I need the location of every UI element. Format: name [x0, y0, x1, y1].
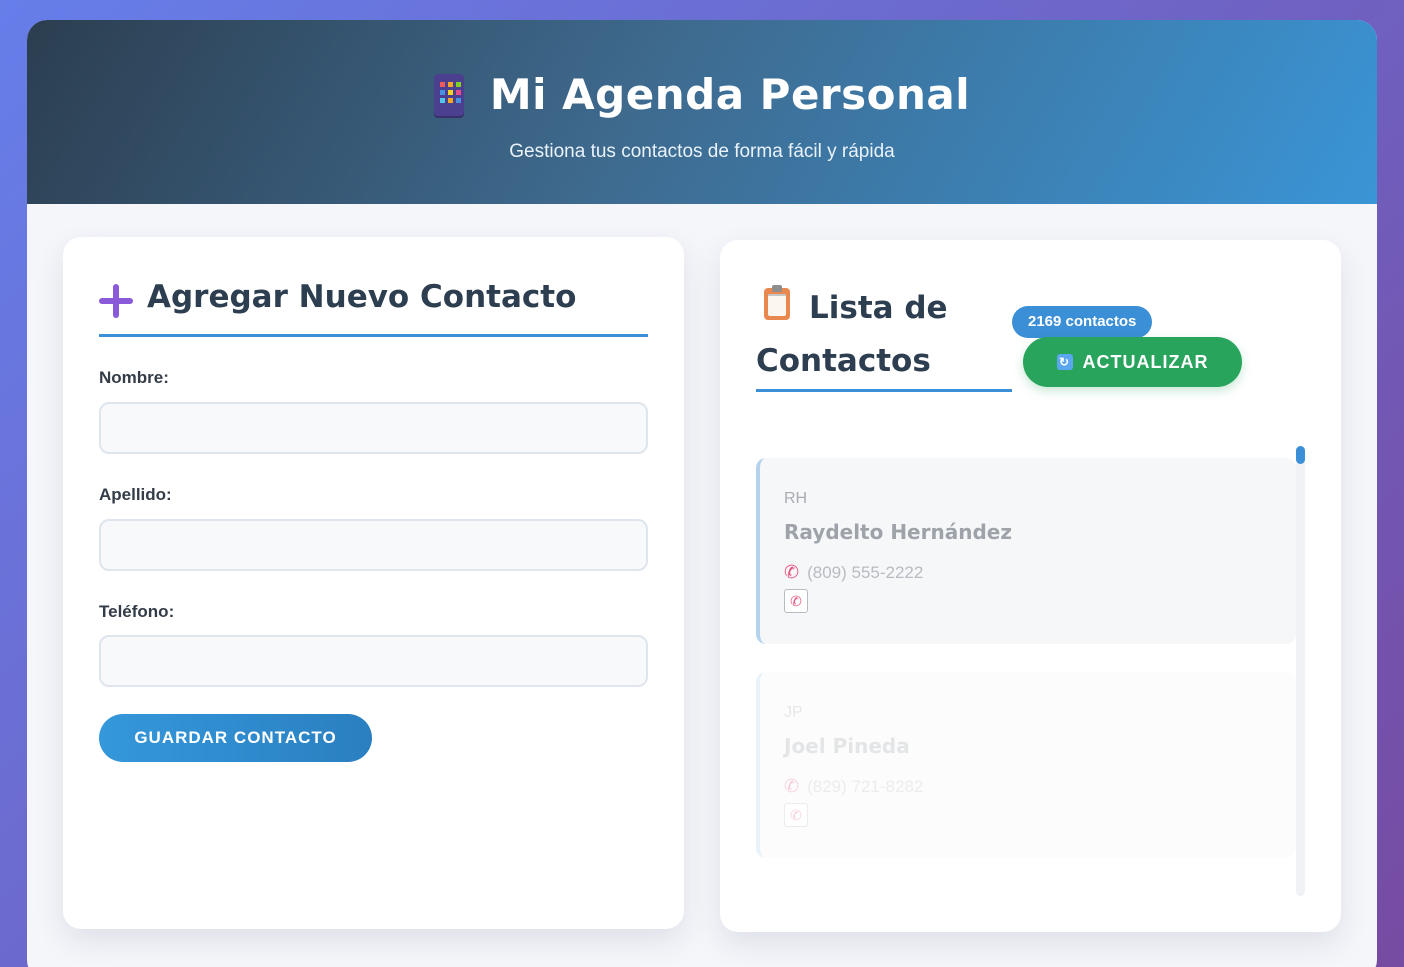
- add-contact-title: Agregar Nuevo Contacto: [147, 279, 577, 315]
- plus-icon: [99, 284, 133, 318]
- refresh-label: ACTUALIZAR: [1082, 351, 1209, 372]
- refresh-icon: ↻: [1056, 354, 1073, 370]
- contact-phone-row: ✆ (809) 555-2222: [784, 562, 923, 583]
- add-contact-panel: Agregar Nuevo Contacto Nombre: Apellido:…: [63, 237, 684, 929]
- contact-list-title: Lista de Contactos: [756, 290, 948, 379]
- header: Mi Agenda Personal Gestiona tus contacto…: [27, 20, 1377, 204]
- contact-name: Raydelto Hernández: [784, 520, 1012, 544]
- contact-phone: (829) 721-8282: [807, 776, 924, 796]
- page-title: Mi Agenda Personal: [489, 70, 971, 119]
- contact-name: Joel Pineda: [784, 734, 910, 758]
- scrollbar[interactable]: [1296, 446, 1305, 896]
- contact-card[interactable]: RH Raydelto Hernández ✆ (809) 555-2222 ✆: [756, 458, 1296, 644]
- call-button[interactable]: ✆: [784, 589, 808, 613]
- call-button[interactable]: ✆: [784, 803, 808, 827]
- page-subtitle: Gestiona tus contactos de forma fácil y …: [509, 141, 895, 162]
- contact-list-panel: Lista de Contactos 2169 contactos ↻ ACTU…: [720, 240, 1341, 932]
- contact-phone: (809) 555-2222: [807, 562, 924, 582]
- nombre-label: Nombre:: [99, 368, 169, 387]
- apellido-input[interactable]: [99, 519, 648, 571]
- contact-initials: JP: [784, 704, 803, 721]
- nombre-input[interactable]: [99, 402, 648, 454]
- scrollbar-thumb[interactable]: [1296, 446, 1305, 464]
- contact-list-heading: Lista de Contactos: [756, 280, 1012, 392]
- telefono-label: Teléfono:: [99, 602, 175, 621]
- contact-count-badge: 2169 contactos: [1012, 306, 1153, 338]
- telefono-input[interactable]: [99, 635, 648, 687]
- apellido-label: Apellido:: [99, 485, 172, 504]
- add-contact-heading: Agregar Nuevo Contacto: [99, 279, 648, 337]
- phone-icon: ✆: [784, 776, 800, 796]
- save-contact-button[interactable]: Guardar Contacto: [99, 714, 372, 762]
- contact-initials: RH: [784, 490, 808, 507]
- building-icon: [433, 73, 464, 116]
- phone-icon: ✆: [784, 562, 800, 582]
- contact-phone-row: ✆ (829) 721-8282: [784, 776, 923, 797]
- contact-card[interactable]: JP Joel Pineda ✆ (829) 721-8282 ✆: [756, 672, 1296, 858]
- refresh-button[interactable]: ↻ ACTUALIZAR: [1023, 337, 1242, 387]
- title-row: Mi Agenda Personal: [27, 70, 1377, 119]
- contact-list[interactable]: RH Raydelto Hernández ✆ (809) 555-2222 ✆…: [756, 446, 1306, 916]
